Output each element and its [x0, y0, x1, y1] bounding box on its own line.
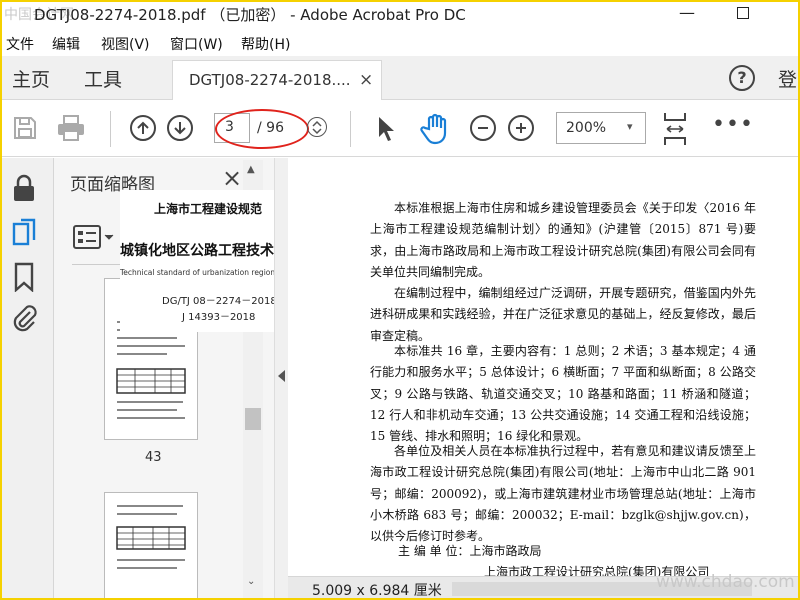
window-title: DGTJ08-2274-2018.pdf （已加密） - Adobe Acrob…: [34, 6, 466, 24]
page-total: / 96: [257, 120, 284, 136]
thumbnail-options-icon[interactable]: [72, 222, 116, 252]
cover-line-5: J 14393－2018: [182, 312, 256, 323]
page-spin-icon[interactable]: [307, 117, 327, 137]
minimize-button[interactable]: —: [672, 2, 702, 24]
zoom-value: 200%: [566, 120, 607, 136]
scrollbar-thumb[interactable]: [245, 408, 261, 430]
sign-editor-unit: 主 编 单 位：上海市路政局: [398, 544, 542, 558]
sign-in-link[interactable]: 登: [778, 65, 797, 92]
page-down-icon[interactable]: [167, 115, 193, 141]
attachment-icon[interactable]: [12, 304, 38, 334]
help-icon[interactable]: ?: [729, 65, 755, 91]
zoom-select[interactable]: 200% ▾: [556, 112, 646, 144]
close-tab-icon[interactable]: ×: [359, 70, 373, 90]
paragraph-4: 各单位及相关人员在本标准执行过程中，若有意见和建议请反馈至上海市政工程设计研究总…: [370, 444, 756, 544]
cover-page-preview: 上海市工程建设规范 城镇化地区公路工程技术标准 Technical standa…: [120, 190, 363, 332]
document-view[interactable]: 本标准根据上海市住房和城乡建设管理委员会《关于印发〈2016 年上海市工程建设规…: [288, 158, 800, 600]
menu-help[interactable]: 帮助(H): [241, 34, 290, 54]
tab-document-label: DGTJ08-2274-2018....: [189, 71, 351, 89]
page-thumbnails-icon[interactable]: [12, 218, 38, 248]
paragraph-1: 本标准根据上海市住房和城乡建设管理委员会《关于印发〈2016 年上海市工程建设规…: [370, 201, 756, 279]
page-up-icon[interactable]: [130, 115, 156, 141]
close-panel-icon[interactable]: ×: [222, 164, 242, 192]
cover-line-1: 上海市工程建设规范: [154, 202, 263, 216]
paragraph-3: 本标准共 16 章，主要内容有：1 总则；2 术语；3 基本规定；4 通行能力和…: [370, 344, 756, 444]
tab-bar: 主页 工具 DGTJ08-2274-2018.... × ? 登: [0, 56, 800, 100]
page-number-input[interactable]: 3: [214, 113, 250, 143]
menu-file[interactable]: 文件: [6, 34, 34, 54]
thumbnail-page-number: 43: [145, 450, 162, 465]
select-arrow-icon[interactable]: [376, 115, 396, 143]
save-icon[interactable]: [12, 115, 38, 141]
chevron-down-icon[interactable]: ⌄: [247, 576, 255, 587]
navigation-rail: [0, 158, 54, 600]
menu-window[interactable]: 窗口(W): [170, 34, 223, 54]
lock-icon[interactable]: [12, 174, 36, 202]
paragraph-2: 在编制过程中，编制组经过广泛调研，开展专题研究，借鉴国内外先进科研成果和实践经验…: [370, 286, 756, 343]
tab-document[interactable]: DGTJ08-2274-2018.... ×: [172, 60, 382, 100]
zoom-out-icon[interactable]: [470, 115, 496, 141]
menu-bar: 文件 编辑 视图(V) 窗口(W) 帮助(H): [0, 30, 800, 56]
watermark-text: www.chdao.com: [656, 572, 795, 592]
tab-tools[interactable]: 工具: [84, 65, 122, 92]
more-icon[interactable]: •••: [712, 112, 754, 137]
fit-page-icon[interactable]: [662, 111, 688, 147]
bookmark-icon[interactable]: [12, 262, 36, 292]
scroll-up-icon[interactable]: ▲: [247, 164, 255, 175]
page-size-readout: 5.009 x 6.984 厘米: [312, 583, 442, 599]
menu-edit[interactable]: 编辑: [52, 34, 80, 54]
hand-tool-icon[interactable]: [420, 113, 450, 145]
toolbar: [0, 101, 800, 157]
chevron-down-icon: ▾: [627, 120, 633, 133]
maximize-icon: [737, 7, 749, 19]
panel-collapse-handle[interactable]: [274, 158, 288, 600]
cover-line-4: DG/TJ 08－2274－2018: [162, 296, 277, 307]
title-bar: 中国会计网 DGTJ08-2274-2018.pdf （已加密） - Adobe…: [0, 0, 800, 28]
page-thumbnail[interactable]: [104, 492, 198, 600]
collapse-arrow-icon: [278, 370, 285, 382]
maximize-button[interactable]: [728, 2, 758, 24]
print-icon[interactable]: [56, 114, 86, 142]
menu-view[interactable]: 视图(V): [101, 34, 150, 54]
zoom-in-icon[interactable]: [508, 115, 534, 141]
tab-home[interactable]: 主页: [12, 65, 50, 92]
